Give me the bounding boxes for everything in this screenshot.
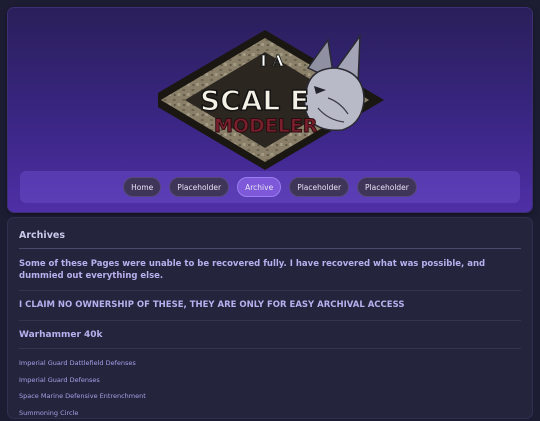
svg-text:I A: I A — [260, 52, 284, 70]
scale-modeler-logo: I A SCAL E MODELER — [158, 28, 398, 176]
svg-text:SCAL E: SCAL E — [200, 84, 309, 117]
archive-link[interactable]: Summoning Circle — [19, 405, 521, 421]
nav-archive-button[interactable]: Archive — [237, 177, 281, 197]
main-nav: Home Placeholder Archive Placeholder Pla… — [20, 171, 520, 203]
archive-link[interactable]: Imperial Guard Dattlefield Defenses — [19, 355, 521, 372]
svg-text:MODELER: MODELER — [214, 115, 318, 137]
nav-placeholder-1-button[interactable]: Placeholder — [169, 177, 229, 197]
section-title-warhammer: Warhammer 40k — [19, 321, 521, 349]
recovery-note: Some of these Pages were unable to be re… — [19, 249, 521, 291]
archive-link[interactable]: Space Marine Defensive Entrenchment — [19, 388, 521, 405]
nav-placeholder-3-button[interactable]: Placeholder — [357, 177, 417, 197]
page-title: Archives — [19, 230, 521, 249]
ownership-disclaimer: I CLAIM NO OWNERSHIP OF THESE, THEY ARE … — [19, 291, 521, 321]
site-header: I A SCAL E MODELER Home Placeholder Arch… — [8, 8, 532, 212]
archive-panel: Archives Some of these Pages were unable… — [8, 218, 532, 418]
nav-placeholder-2-button[interactable]: Placeholder — [289, 177, 349, 197]
archive-link[interactable]: Imperial Guard Defenses — [19, 372, 521, 389]
nav-home-button[interactable]: Home — [123, 177, 161, 197]
archive-link-list: Imperial Guard Dattlefield Defenses Impe… — [19, 349, 521, 421]
